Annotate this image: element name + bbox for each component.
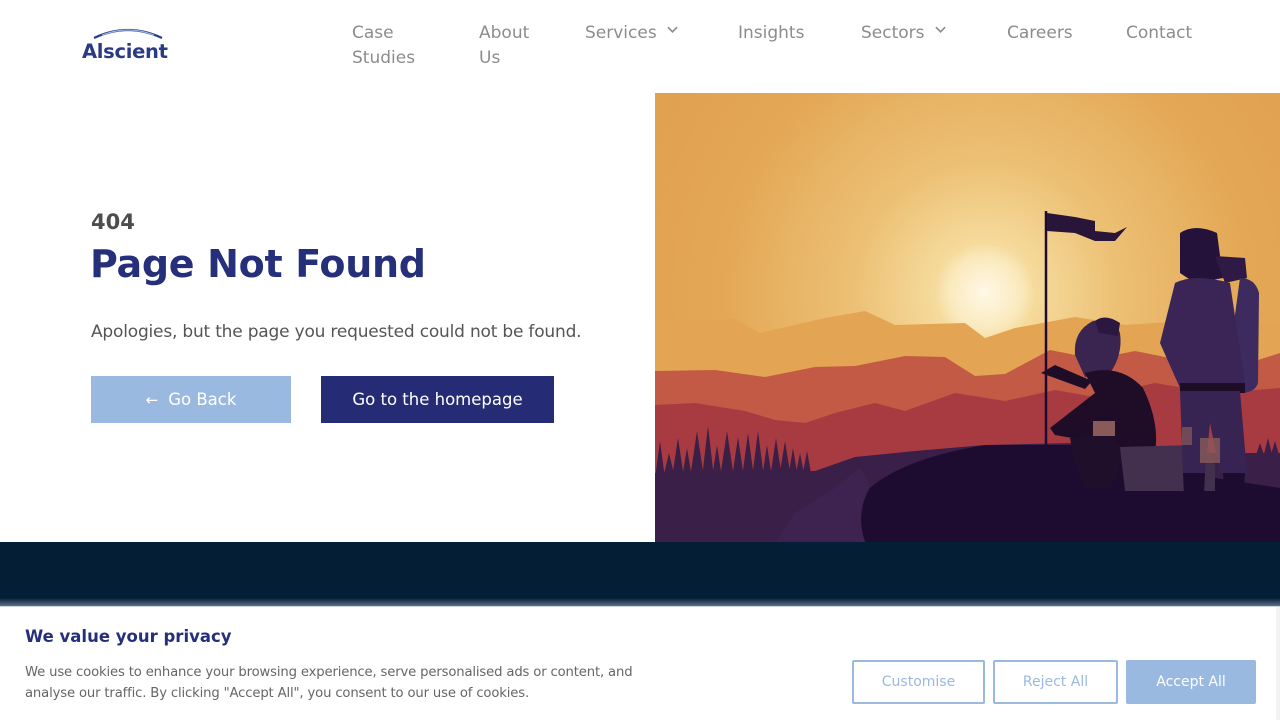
error-content [0,93,655,542]
logo-arc-icon [93,28,163,39]
nav-label: Careers [1007,23,1073,43]
site-header: Alscient Case Studies About Us Services … [0,0,1280,93]
go-to-homepage-label: Go to the homepage [352,390,523,409]
nav-item-case-studies[interactable]: Case Studies [352,21,415,71]
error-code: 404 [91,210,135,234]
chevron-down-icon [667,26,678,33]
hero-illustration [655,93,1280,542]
cookie-text: We use cookies to enhance your browsing … [25,665,633,701]
customise-button[interactable]: Customise [852,660,985,704]
nav-label: Case [352,23,394,43]
accept-all-button[interactable]: Accept All [1126,660,1256,704]
cookie-title: We value your privacy [25,627,232,646]
nav-item-about-us[interactable]: About Us [479,21,529,71]
nav-label: Insights [738,23,805,43]
error-message: Apologies, but the page you requested co… [91,322,582,342]
nav-label: About [479,23,530,43]
logo[interactable]: Alscient [82,26,174,68]
page-title: Page Not Found [90,242,426,286]
go-to-homepage-button[interactable]: Go to the homepage [321,376,554,423]
nav-label: Contact [1126,23,1193,43]
footer [0,542,1280,606]
cookie-banner: We value your privacy We use cookies to … [0,606,1280,720]
nav-label: Services [585,23,657,43]
scrollbar-track [1276,607,1280,720]
nav-label: Sectors [861,23,925,43]
go-back-button[interactable]: ← Go Back [91,376,291,423]
nav-item-insights[interactable]: Insights [738,21,804,46]
logo-text: Alscient [82,40,168,63]
sunset-hikers-illustration [655,93,1280,542]
chevron-down-icon [934,26,946,33]
arrow-left-icon: ← [145,390,159,409]
nav-item-contact[interactable]: Contact [1126,21,1192,46]
nav-item-careers[interactable]: Careers [1007,21,1073,46]
go-back-label: Go Back [168,390,237,409]
nav-item-sectors[interactable]: Sectors [861,21,946,46]
nav-label: Studies [352,48,416,68]
reject-all-button[interactable]: Reject All [993,660,1118,704]
nav-label: Us [479,48,501,68]
nav-item-services[interactable]: Services [585,21,678,46]
